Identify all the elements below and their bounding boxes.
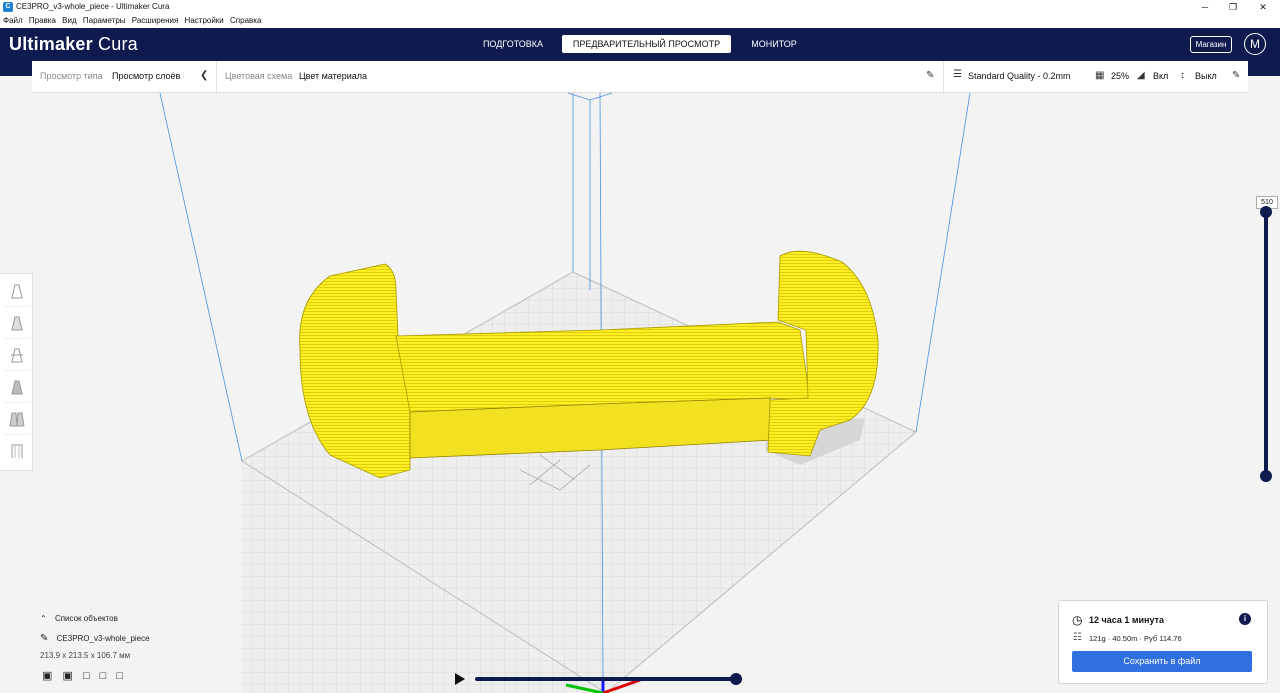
support-blocker-icon[interactable]	[4, 436, 30, 466]
clock-icon: ◷	[1072, 613, 1083, 627]
menu-help[interactable]: Справка	[230, 16, 261, 25]
path-slider[interactable]	[475, 677, 735, 681]
menu-bar: Файл Правка Вид Параметры Расширения Нас…	[0, 14, 1280, 28]
pencil-icon[interactable]: ✎	[926, 70, 934, 81]
scale-tool-icon[interactable]	[4, 308, 30, 339]
tab-preview[interactable]: ПРЕДВАРИТЕЛЬНЫЙ ПРОСМОТР	[562, 35, 731, 53]
layer-slider-top-handle[interactable]	[1260, 206, 1272, 218]
print-info-panel: ◷ 12 часа 1 минута i ☷ 121g · 40.50m · Р…	[1058, 600, 1268, 684]
menu-preferences[interactable]: Настройки	[185, 16, 224, 25]
menu-extensions[interactable]: Расширения	[132, 16, 179, 25]
per-model-settings-icon[interactable]	[4, 404, 30, 435]
support-icon: ◢	[1137, 70, 1145, 81]
menu-file[interactable]: Файл	[3, 16, 23, 25]
chevron-left-icon[interactable]: ❮	[200, 70, 208, 81]
build-volume-edge	[159, 92, 243, 462]
tab-prepare[interactable]: ПОДГОТОВКА	[474, 35, 552, 53]
restore-button[interactable]: ❐	[1218, 0, 1248, 14]
cura-app-icon: C	[3, 2, 13, 12]
top-view-icon[interactable]: □	[83, 670, 90, 682]
infill-icon: ▦	[1095, 70, 1105, 81]
infill-value[interactable]: 25%	[1111, 71, 1129, 81]
tab-monitor[interactable]: МОНИТОР	[742, 35, 806, 53]
view-type-select[interactable]: Просмотр слоёв	[112, 71, 180, 81]
object-name-row[interactable]: ✎ CE3PRO_v3-whole_piece	[40, 633, 150, 644]
menu-settings[interactable]: Параметры	[83, 16, 126, 25]
material-usage: 121g · 40.50m · Руб 114.76	[1089, 634, 1182, 643]
ultimaker-cura-logo: Ultimaker Cura	[9, 34, 138, 55]
view-settings-bar: Просмотр типа Просмотр слоёв ❮ Цветовая …	[32, 61, 1248, 93]
save-to-file-button[interactable]: Сохранить в файл	[1072, 651, 1252, 672]
window-title: CE3PRO_v3-whole_piece - Ultimaker Cura	[16, 2, 170, 11]
color-scheme-select[interactable]: Цвет материала	[299, 71, 367, 81]
print-time: 12 часа 1 минута	[1089, 615, 1165, 625]
view-orientation-buttons: ▣ ▣ □ □ □	[42, 669, 123, 682]
left-view-icon[interactable]: □	[100, 670, 107, 682]
layer-slider[interactable]	[1264, 212, 1268, 480]
front-view-icon[interactable]: ▣	[62, 670, 72, 682]
chevron-up-icon: ⌃	[40, 614, 47, 623]
right-view-icon[interactable]: □	[116, 670, 123, 682]
support-value[interactable]: Вкл	[1153, 71, 1168, 81]
left-toolbar	[0, 273, 33, 471]
build-volume-edge	[915, 92, 971, 433]
move-tool-icon[interactable]	[4, 276, 30, 307]
3d-view-icon[interactable]: ▣	[42, 670, 52, 682]
quality-icon: ☰	[953, 69, 962, 80]
logo-product: Cura	[98, 34, 138, 54]
object-dimensions: 213.9 x 213.5 x 106.7 мм	[40, 651, 131, 660]
pencil-icon[interactable]: ✎	[1232, 70, 1240, 81]
info-icon[interactable]: i	[1239, 613, 1251, 625]
material-icon: ☷	[1073, 632, 1082, 643]
marketplace-button[interactable]: Магазин	[1190, 36, 1232, 53]
menu-view[interactable]: Вид	[62, 16, 76, 25]
color-scheme-label: Цветовая схема	[225, 71, 293, 81]
minimize-button[interactable]: ─	[1190, 0, 1220, 14]
path-slider-handle[interactable]	[730, 673, 742, 685]
print-quality-select[interactable]: Standard Quality - 0.2mm	[968, 71, 1071, 81]
pencil-icon: ✎	[40, 633, 49, 644]
menu-edit[interactable]: Правка	[29, 16, 56, 25]
adhesion-icon: ↕	[1180, 70, 1185, 81]
play-simulation-button[interactable]	[455, 673, 465, 685]
logo-brand: Ultimaker	[9, 34, 93, 54]
close-button[interactable]: ✕	[1248, 0, 1278, 14]
object-list-label: Список объектов	[54, 614, 118, 623]
mirror-tool-icon[interactable]	[4, 372, 30, 403]
object-name: CE3PRO_v3-whole_piece	[56, 634, 150, 643]
layer-slider-bottom-handle[interactable]	[1260, 470, 1272, 482]
adhesion-value[interactable]: Выкл	[1195, 71, 1217, 81]
window-title-bar: C CE3PRO_v3-whole_piece - Ultimaker Cura…	[0, 0, 1280, 14]
object-list-toggle[interactable]: ⌃ Список объектов	[40, 614, 118, 623]
account-avatar[interactable]: M	[1244, 33, 1266, 55]
rotate-tool-icon[interactable]	[4, 340, 30, 371]
view-type-label: Просмотр типа	[40, 71, 103, 81]
